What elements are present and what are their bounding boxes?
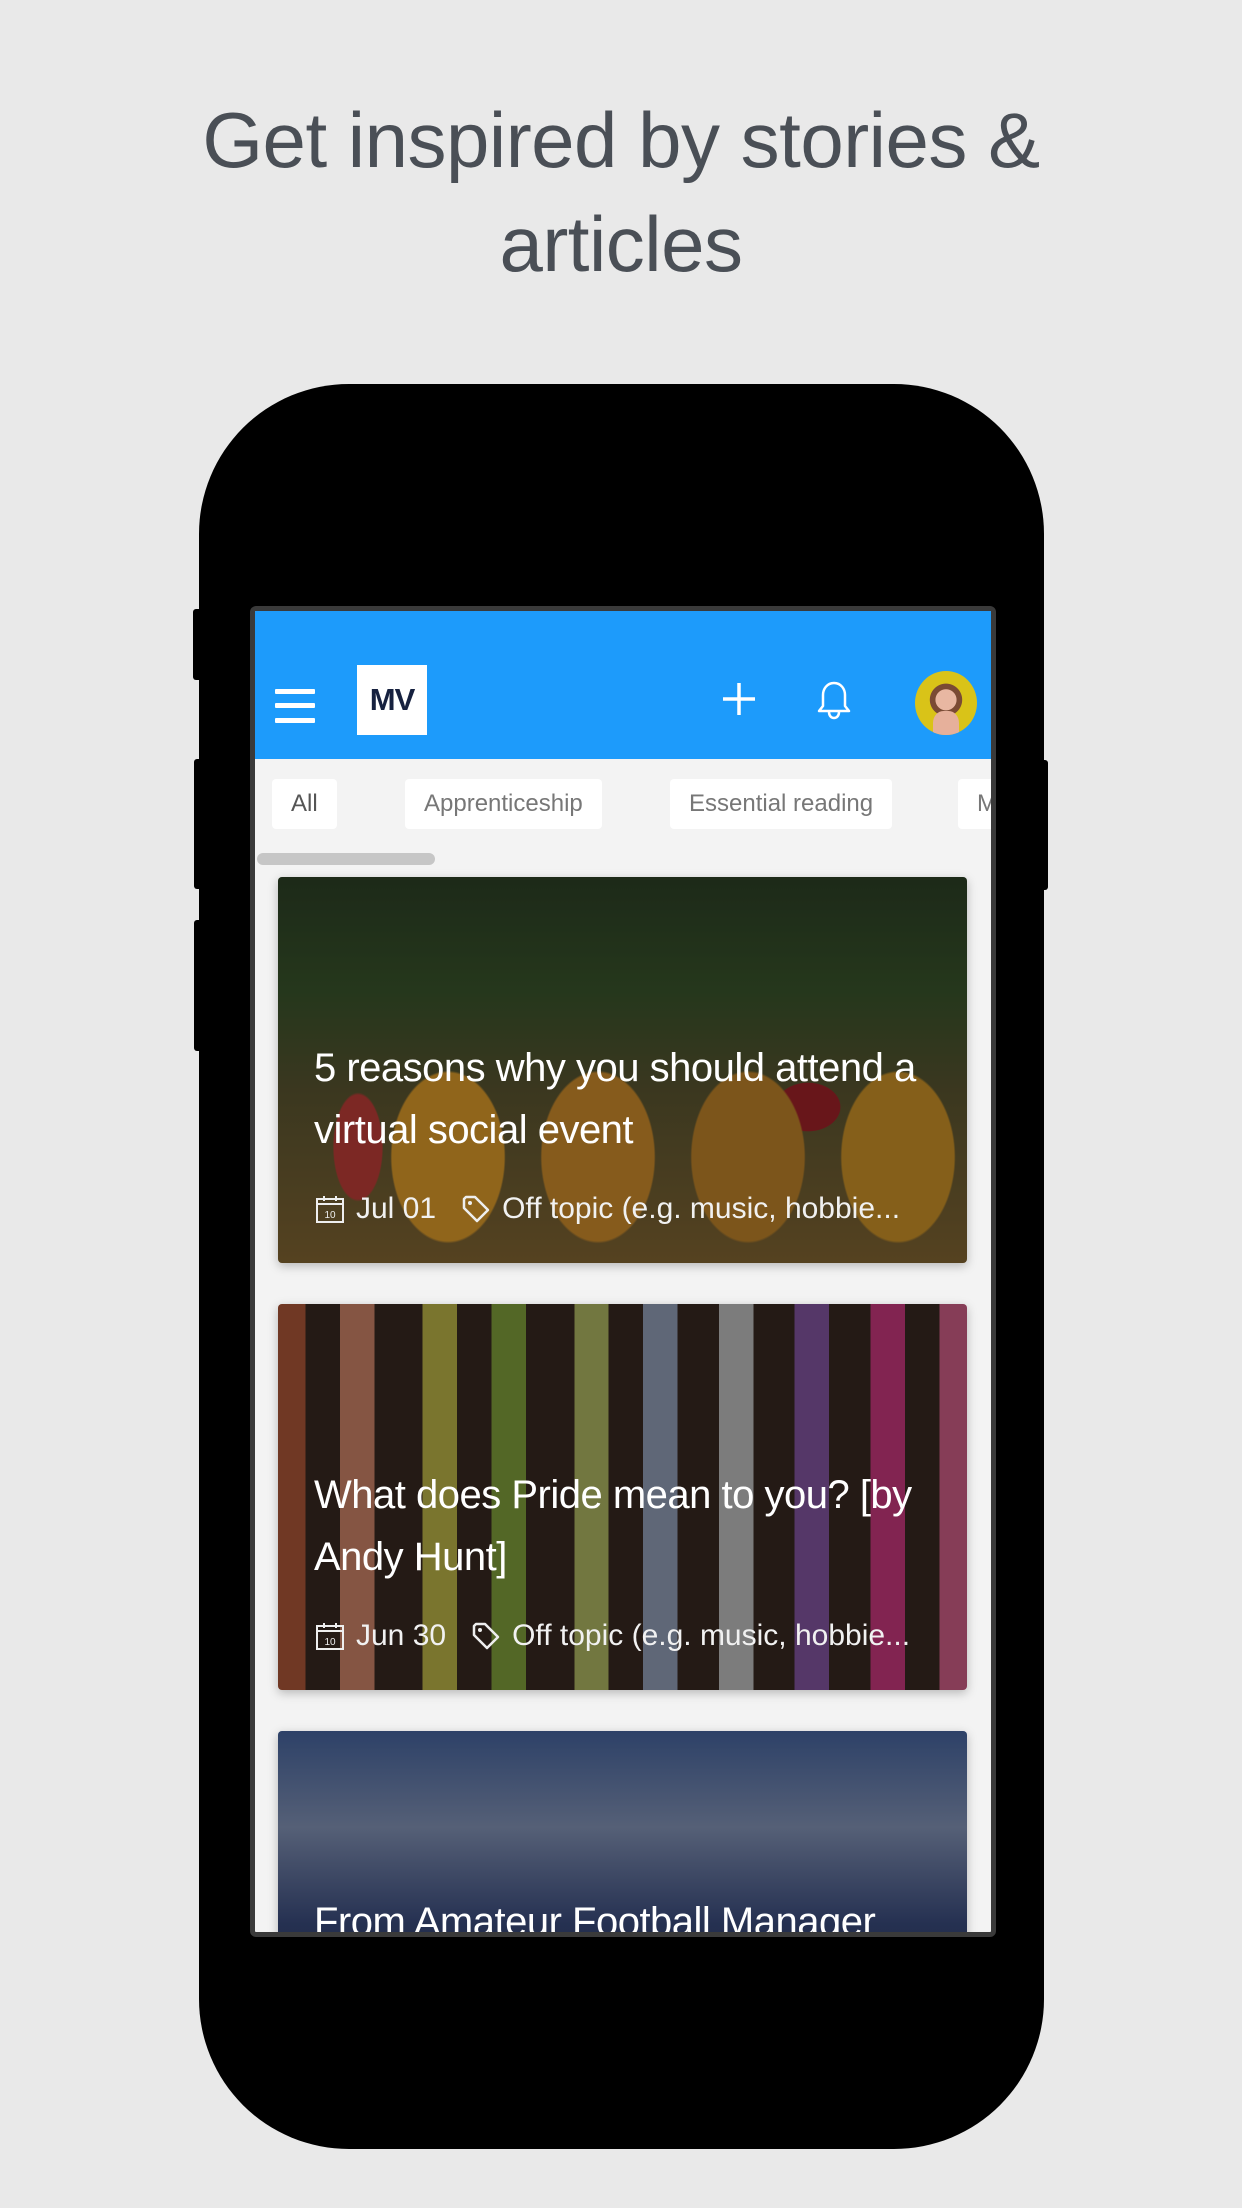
headline-line-2: articles [499,200,743,288]
article-date: Jul 01 [356,1192,437,1225]
article-title: From Amateur Football Manager [314,1900,876,1937]
hamburger-menu-icon-line [275,703,315,708]
svg-text:10: 10 [324,1210,336,1221]
bell-icon [817,681,851,720]
menu-button[interactable] [275,689,315,725]
article-meta: 10 Jun 30 Off topic (e.g. music, hobbie.… [314,1618,931,1654]
article-card[interactable]: What does Pride mean to you? [by Andy Hu… [278,1304,967,1690]
notifications-button[interactable] [816,679,852,721]
tag-icon [472,1622,500,1650]
svg-text:10: 10 [324,1637,336,1648]
hamburger-menu-icon-line [275,718,315,723]
article-title: What does Pride mean to you? [by Andy Hu… [314,1473,912,1579]
promo-headline: Get inspired by stories & articles [0,88,1242,296]
avatar[interactable] [915,671,977,735]
app-screen: MV All Apprenticeship Essential reading … [250,606,996,1937]
filter-scrollbar[interactable] [257,853,435,865]
tag-icon [462,1195,490,1223]
article-category: Off topic (e.g. music, hobbie... [502,1192,901,1225]
article-meta: 10 Jul 01 Off topic (e.g. music, hobbie.… [314,1191,931,1227]
article-card[interactable]: 5 reasons why you should attend a virtua… [278,877,967,1263]
filter-chip-all[interactable]: All [272,779,337,829]
article-title: 5 reasons why you should attend a virtua… [314,1046,916,1152]
app-logo[interactable]: MV [357,665,427,735]
category-filter-bar: All Apprenticeship Essential reading M [255,759,991,877]
app-bar: MV [255,611,991,759]
article-card[interactable]: From Amateur Football Manager [278,1731,967,1937]
filter-chip-essential-reading[interactable]: Essential reading [670,779,893,829]
article-date: Jun 30 [356,1619,447,1652]
headline-line-1: Get inspired by stories & [202,96,1040,184]
filter-chip-partial[interactable]: M [958,779,991,829]
filter-chip-apprenticeship[interactable]: Apprenticeship [405,779,602,829]
add-button[interactable] [719,679,759,719]
calendar-icon: 10 [316,1623,344,1650]
hamburger-menu-icon [275,689,315,694]
plus-icon [723,683,755,715]
article-category: Off topic (e.g. music, hobbie... [512,1619,911,1652]
calendar-icon: 10 [316,1196,344,1223]
